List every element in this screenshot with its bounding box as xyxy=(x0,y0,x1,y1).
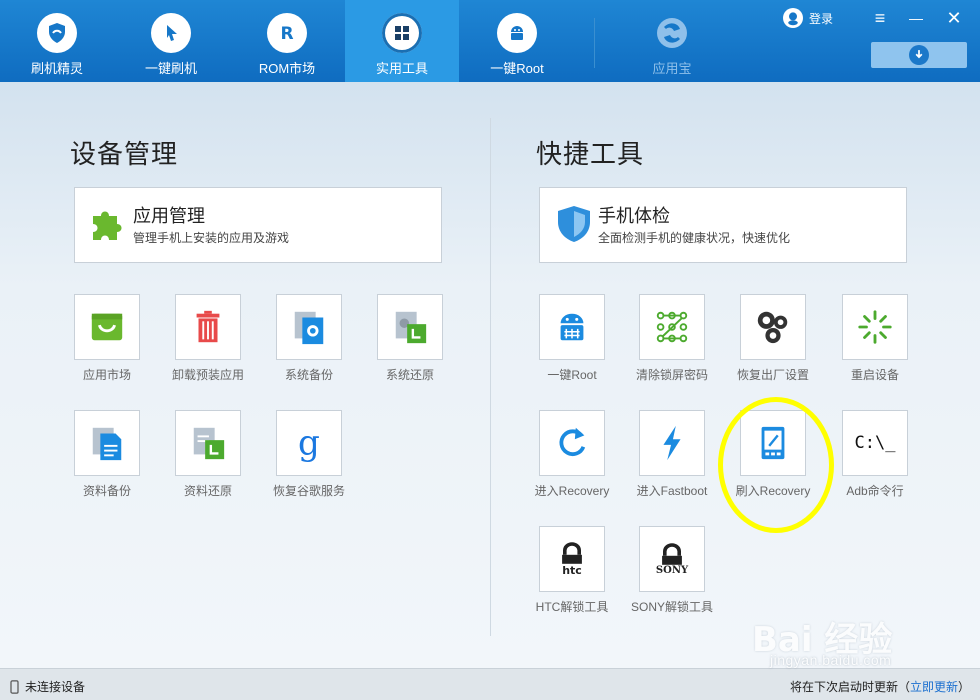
data-backup-icon xyxy=(74,410,140,476)
htc-brand: htc xyxy=(562,563,582,577)
tab-label: 一键刷机 xyxy=(144,61,197,76)
close-button[interactable]: ✕ xyxy=(942,6,966,30)
rom-r-icon: R xyxy=(267,13,307,53)
update-status-close: ） xyxy=(957,680,970,694)
android-icon xyxy=(497,13,537,53)
connection-status-text: 未连接设备 xyxy=(25,680,86,694)
cursor-icon xyxy=(151,13,191,53)
tab-practical-tools[interactable]: 实用工具 xyxy=(345,0,459,82)
yingyongbao-icon xyxy=(652,13,692,53)
menu-button[interactable]: ≡ xyxy=(868,6,892,30)
market-bag-icon xyxy=(74,294,140,360)
yellow-highlight-circle xyxy=(718,397,834,533)
tool-label: 重启设备 xyxy=(850,368,899,382)
system-backup-icon xyxy=(276,294,342,360)
phone-checkup-card[interactable]: 手机体检 全面检测手机的健康状况，快速优化 xyxy=(539,187,907,263)
tab-label: ROM市场 xyxy=(258,61,316,76)
tool-system-restore[interactable]: 系统还原 xyxy=(355,294,465,394)
android-root-icon xyxy=(539,294,605,360)
tab-yijian-shuaji[interactable]: 一键刷机 xyxy=(114,0,228,82)
shield-icon xyxy=(37,13,77,53)
svg-text:R: R xyxy=(280,24,293,44)
grid-icon xyxy=(382,13,422,53)
system-restore-icon xyxy=(377,294,443,360)
app-management-card[interactable]: 应用管理 管理手机上安装的应用及游戏 xyxy=(74,187,442,263)
google-g-icon: g xyxy=(276,410,342,476)
card-subtitle: 全面检测手机的健康状况，快速优化 xyxy=(598,231,791,245)
sony-brand: SONY xyxy=(655,564,689,576)
status-bar: 未连接设备 将在下次启动时更新（立即更新） xyxy=(0,668,980,700)
tab-label: 一键Root xyxy=(490,61,544,76)
shield-check-icon xyxy=(552,202,596,246)
phone-icon xyxy=(10,679,19,694)
tool-restore-google-services[interactable]: g 恢复谷歌服务 xyxy=(254,410,364,510)
tab-one-key-root[interactable]: 一键Root xyxy=(460,0,574,82)
login-button[interactable]: 登录 xyxy=(783,8,833,28)
cmd-prompt-icon: C:\_ xyxy=(842,410,908,476)
tab-yingyongbao[interactable]: 应用宝 xyxy=(615,0,729,82)
tab-label: 应用宝 xyxy=(652,61,692,76)
tab-label: 实用工具 xyxy=(375,61,428,76)
tab-shuaji-jingling[interactable]: 刷机精灵 xyxy=(0,0,114,82)
tool-adb-command-line[interactable]: C:\_ Adb命令行 xyxy=(820,410,930,510)
section-title-quick-tools: 快捷工具 xyxy=(536,139,645,169)
qq-avatar-icon xyxy=(783,8,803,28)
minimize-button[interactable]: — xyxy=(904,6,928,30)
pattern-lock-icon xyxy=(639,294,705,360)
loading-spinner-icon xyxy=(842,294,908,360)
update-status-text: 将在下次启动时更新（ xyxy=(789,680,910,694)
download-arrow-icon xyxy=(909,45,929,65)
puzzle-icon xyxy=(87,202,131,246)
tool-label: 恢复谷歌服务 xyxy=(272,484,345,498)
data-restore-icon xyxy=(175,410,241,476)
tool-label: 系统还原 xyxy=(385,368,434,382)
top-navigation-bar: 刷机精灵 一键刷机 R ROM市场 实用工具 一键Root 应用宝 登录 ≡ —… xyxy=(0,0,980,82)
section-title-device-management: 设备管理 xyxy=(70,139,179,169)
refresh-icon xyxy=(539,410,605,476)
tool-sony-unlock[interactable]: SONY SONY解锁工具 xyxy=(617,526,727,626)
connection-status: 未连接设备 xyxy=(10,678,85,695)
lightning-icon xyxy=(639,410,705,476)
cmd-glyph: C:\_ xyxy=(854,433,896,453)
card-title: 手机体检 xyxy=(598,206,670,226)
update-now-link[interactable]: 立即更新 xyxy=(910,680,958,694)
sony-lock-icon: SONY xyxy=(639,526,705,592)
divider xyxy=(594,18,595,68)
download-button[interactable] xyxy=(871,42,967,68)
trash-icon xyxy=(175,294,241,360)
section-divider xyxy=(490,118,491,636)
tab-label: 刷机精灵 xyxy=(30,61,83,76)
tool-label: SONY解锁工具 xyxy=(630,600,713,614)
login-label: 登录 xyxy=(809,11,834,26)
update-status: 将在下次启动时更新（立即更新） xyxy=(790,678,970,695)
htc-lock-icon: htc xyxy=(539,526,605,592)
svg-text:g: g xyxy=(298,424,320,462)
tab-rom-market[interactable]: R ROM市场 xyxy=(230,0,344,82)
card-title: 应用管理 xyxy=(133,206,205,226)
tool-reboot-device[interactable]: 重启设备 xyxy=(820,294,930,394)
gears-icon xyxy=(740,294,806,360)
main-content: 设备管理 应用管理 管理手机上安装的应用及游戏 应用市场 卸载预装应用 系统备份… xyxy=(0,82,980,668)
card-subtitle: 管理手机上安装的应用及游戏 xyxy=(133,231,290,245)
